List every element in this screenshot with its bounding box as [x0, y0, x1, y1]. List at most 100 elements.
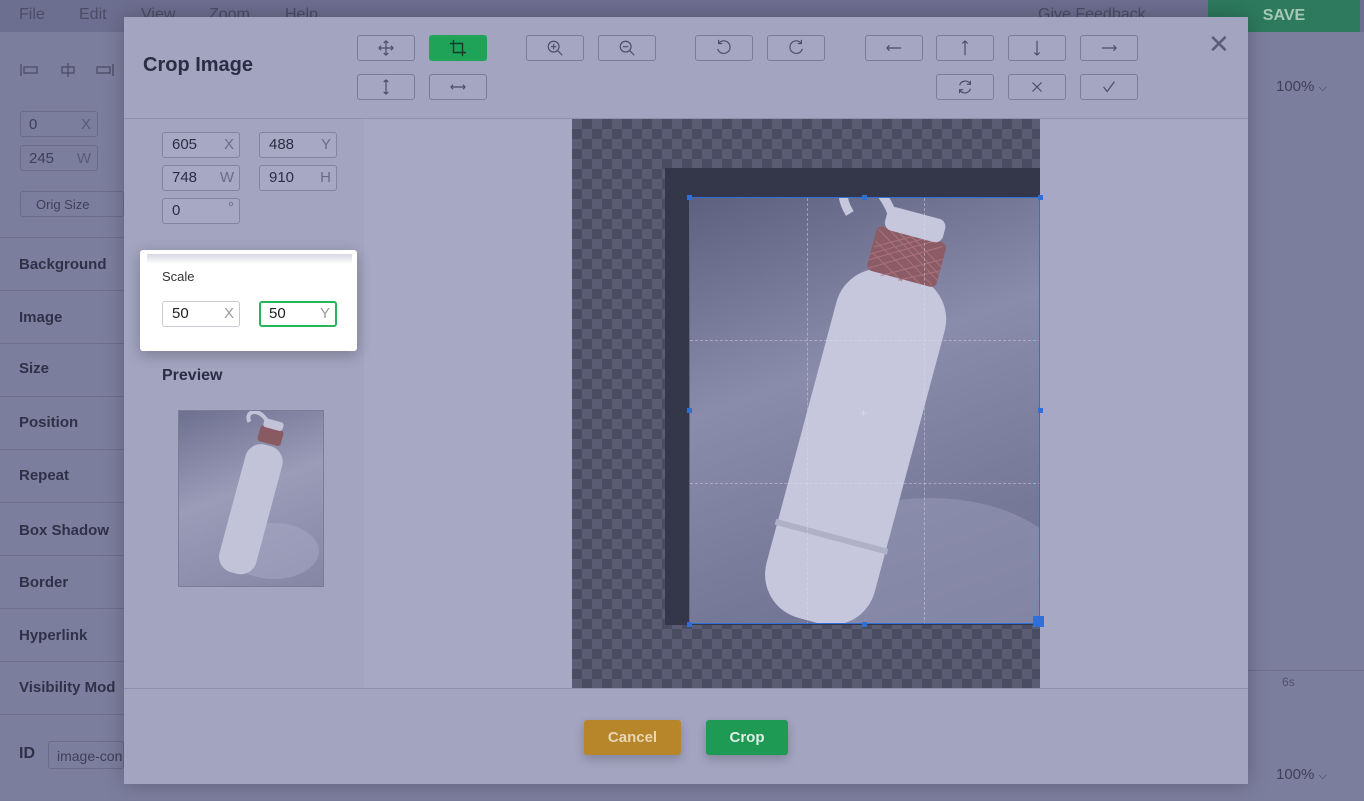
crop-icon	[449, 39, 467, 57]
flip-vertical-icon	[383, 79, 389, 95]
crop-handle-e[interactable]	[1038, 408, 1043, 413]
crop-height-value: 910	[269, 169, 295, 186]
menu-edit[interactable]: Edit	[79, 6, 107, 24]
crop-y-field[interactable]: 488 Y	[259, 132, 337, 158]
move-down-button[interactable]	[1008, 35, 1066, 61]
scale-x-value: 50	[172, 305, 189, 322]
move-button[interactable]	[357, 35, 415, 61]
id-input[interactable]: image-con	[48, 741, 124, 769]
zoom-out-icon	[619, 40, 635, 56]
crop-center-marker: +	[860, 406, 868, 420]
crop-width-field[interactable]: 748 W	[162, 165, 240, 191]
crop-guide-horizontal-1	[690, 340, 1039, 341]
section-repeat-label: Repeat	[19, 467, 70, 484]
modal-title: Crop Image	[143, 54, 254, 76]
clear-icon	[1032, 82, 1042, 92]
flip-horizontal-button[interactable]	[429, 74, 487, 100]
align-tools[interactable]	[10, 60, 120, 80]
crop-button[interactable]: Crop	[706, 720, 788, 755]
cancel-button[interactable]: Cancel	[584, 720, 681, 755]
flip-vertical-button[interactable]	[357, 74, 415, 100]
scale-x-field[interactable]: 50 X	[162, 301, 240, 327]
id-label: ID	[19, 745, 35, 762]
apply-button[interactable]	[1080, 74, 1138, 100]
arrow-right-icon	[1101, 44, 1117, 52]
orig-size-button[interactable]: Orig Size	[20, 191, 124, 217]
section-position-label: Position	[19, 414, 79, 431]
rotation-suffix: °	[228, 199, 234, 216]
rotate-left-icon	[717, 39, 731, 55]
crop-handle-n[interactable]	[862, 195, 867, 200]
zoom-select-bottom[interactable]: 100% ⌵	[1276, 766, 1327, 783]
rotate-right-icon	[789, 39, 803, 55]
crop-x-value: 605	[172, 136, 198, 153]
zoom-in-icon	[547, 40, 563, 56]
move-left-button[interactable]	[865, 35, 923, 61]
section-position[interactable]: Position	[0, 396, 124, 450]
crop-handle-ne[interactable]	[1038, 195, 1043, 200]
reset-button[interactable]	[936, 74, 994, 100]
timeline-divider	[1248, 670, 1364, 671]
section-image[interactable]: Image	[0, 290, 124, 344]
section-border[interactable]: Border	[0, 555, 124, 609]
arrow-left-icon	[886, 44, 902, 52]
scale-panel: Scale 50 X 50 Y	[140, 250, 357, 351]
zoom-out-button[interactable]	[598, 35, 656, 61]
bg-x-field[interactable]: 0 X	[20, 111, 98, 137]
zoom-in-button[interactable]	[526, 35, 584, 61]
zoom-bottom-value: 100%	[1276, 766, 1315, 783]
section-background[interactable]: Background	[0, 237, 124, 291]
menu-file[interactable]: File	[19, 6, 45, 24]
clear-button[interactable]	[1008, 74, 1066, 100]
crop-y-suffix: Y	[320, 136, 331, 153]
crop-selection-box[interactable]: +	[689, 197, 1040, 624]
section-box-shadow-label: Box Shadow	[19, 522, 110, 539]
section-hyperlink-label: Hyperlink	[19, 627, 88, 644]
scale-y-field[interactable]: 50 Y	[259, 301, 337, 327]
crop-sidebar	[124, 119, 364, 688]
rotate-right-button[interactable]	[767, 35, 825, 61]
section-visibility[interactable]: Visibility Mod	[0, 661, 124, 715]
crop-height-field[interactable]: 910 H	[259, 165, 337, 191]
zoom-top-value: 100%	[1276, 78, 1315, 95]
flip-horizontal-icon	[450, 84, 466, 90]
bg-w-value: 245	[29, 150, 55, 167]
crop-handle-sw[interactable]	[687, 622, 692, 627]
move-right-button[interactable]	[1080, 35, 1138, 61]
section-visibility-label: Visibility Mod	[19, 679, 116, 696]
rotation-value: 0	[172, 202, 181, 219]
chevron-down-icon: ⌵	[1318, 82, 1327, 94]
section-repeat[interactable]: Repeat	[0, 449, 124, 503]
crop-x-field[interactable]: 605 X	[162, 132, 240, 158]
bottle-preview-image	[219, 411, 319, 579]
section-hyperlink[interactable]: Hyperlink	[0, 608, 124, 662]
zoom-select-top[interactable]: 100% ⌵	[1276, 78, 1327, 95]
check-icon	[1103, 81, 1115, 93]
crop-mode-button[interactable]	[429, 35, 487, 61]
rotate-left-button[interactable]	[695, 35, 753, 61]
scale-title: Scale	[162, 269, 195, 284]
preview-image	[178, 410, 324, 587]
arrow-down-icon	[1033, 40, 1041, 56]
section-size-label: Size	[19, 360, 50, 377]
crop-handle-w[interactable]	[687, 408, 692, 413]
close-icon[interactable]: ✕	[1208, 31, 1230, 57]
crop-handle-nw[interactable]	[687, 195, 692, 200]
section-background-label: Background	[19, 256, 107, 273]
scale-y-suffix: Y	[319, 305, 330, 322]
reset-icon	[959, 80, 971, 94]
section-size[interactable]: Size	[0, 343, 124, 397]
section-box-shadow[interactable]: Box Shadow	[0, 502, 124, 556]
rotation-field[interactable]: 0 °	[162, 198, 240, 224]
crop-handle-s[interactable]	[862, 622, 867, 627]
bg-x-value: 0	[29, 116, 38, 133]
section-border-label: Border	[19, 574, 69, 591]
move-up-button[interactable]	[936, 35, 994, 61]
bg-w-field[interactable]: 245 W	[20, 145, 98, 171]
crop-handle-se[interactable]	[1033, 616, 1044, 627]
section-image-label: Image	[19, 309, 63, 326]
bg-w-suffix: W	[76, 150, 91, 167]
crop-x-suffix: X	[223, 136, 234, 153]
preview-label: Preview	[162, 367, 223, 384]
scale-x-suffix: X	[223, 305, 234, 322]
